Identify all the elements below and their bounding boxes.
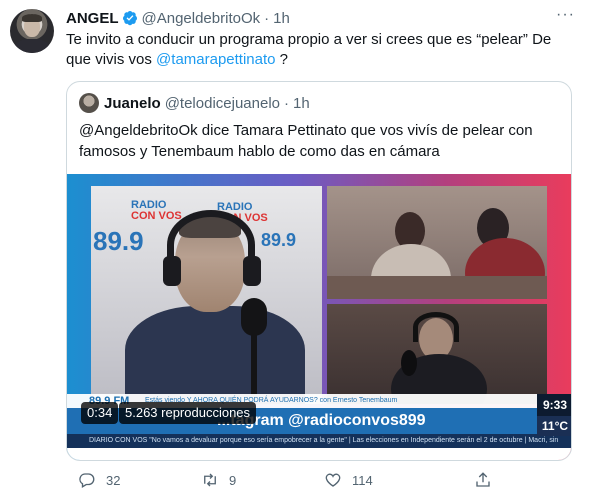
- quoted-tweet-text: @AngeldebritoOk dice Tamara Pettinato qu…: [79, 122, 533, 160]
- frequency-sign-2: 89.9: [261, 230, 297, 250]
- tweet-actions: 32 9 114: [66, 470, 526, 490]
- video-player[interactable]: RADIO CON VOS RADIO CON VOS 89.9 89.9 89…: [67, 174, 571, 460]
- tweet-text-part1: Te invito a conducir un programa propio …: [66, 31, 552, 68]
- radio-logo: RADIO CON VOS: [131, 199, 182, 222]
- headphone-ear-right: [243, 256, 261, 286]
- guest-microphone-icon: [401, 350, 417, 376]
- reply-button[interactable]: 32: [78, 471, 120, 489]
- share-icon: [476, 472, 490, 487]
- host-figure-body: [125, 306, 305, 404]
- like-icon: [325, 473, 341, 487]
- header-separator: ·: [264, 9, 270, 27]
- video-main-camera: RADIO CON VOS RADIO CON VOS 89.9 89.9: [91, 186, 322, 404]
- author-name[interactable]: ANGEL: [66, 10, 119, 27]
- reply-icon: [79, 473, 95, 488]
- retweet-icon: [204, 473, 216, 487]
- microphone-icon: [241, 298, 267, 336]
- retweet-count: 9: [229, 472, 237, 488]
- avatar-figure-hair: [22, 14, 42, 22]
- author-avatar[interactable]: [10, 9, 54, 53]
- like-count: 114: [352, 472, 373, 488]
- headphone-ear-left: [163, 256, 181, 286]
- like-button[interactable]: 114: [324, 471, 373, 489]
- tweet-text-part2: ?: [275, 51, 289, 68]
- more-icon[interactable]: ···: [556, 6, 575, 24]
- ticker-temperature: 11°C: [537, 416, 571, 436]
- ticker-news-text: DIARIO CON VOS "No vamos a devaluar porq…: [89, 437, 559, 444]
- author-handle[interactable]: @AngeldebritoOk: [142, 10, 261, 27]
- quoted-author-avatar: [79, 93, 99, 113]
- tweet-header: ANGEL @AngeldebritoOk · 1h: [66, 8, 290, 28]
- retweet-button[interactable]: 9: [201, 471, 236, 489]
- studio-desk: [327, 276, 547, 299]
- mention-link[interactable]: @tamarapettinato: [156, 51, 275, 68]
- quoted-header-separator: ·: [284, 94, 289, 112]
- video-bottom-right-camera: [327, 304, 547, 404]
- quoted-tweet-header: Juanelo @telodicejuanelo · 1h: [79, 93, 310, 113]
- quoted-author-name: Juanelo: [104, 94, 161, 112]
- quoted-tweet[interactable]: Juanelo @telodicejuanelo · 1h @Angeldebr…: [66, 81, 572, 461]
- ticker-clock: 9:33: [537, 394, 571, 416]
- verified-badge-icon: [122, 11, 137, 26]
- frequency-sign: 89.9: [93, 226, 144, 256]
- share-button[interactable]: [474, 471, 492, 489]
- guest-headphones-icon: [413, 312, 459, 342]
- tweet[interactable]: ANGEL @AngeldebritoOk · 1h ··· Te invito…: [0, 0, 591, 495]
- reply-count: 32: [106, 472, 121, 488]
- video-elapsed-time: 0:34: [81, 402, 119, 424]
- video-top-right-camera: [327, 186, 547, 299]
- tweet-text: Te invito a conducir un programa propio …: [66, 30, 566, 70]
- video-bottom-edge: [67, 448, 571, 460]
- avatar-figure-body: [15, 39, 49, 53]
- quoted-author-handle: @telodicejuanelo: [164, 94, 280, 112]
- video-view-count: 5.263 reproducciones: [119, 402, 257, 424]
- quoted-timestamp: 1h: [293, 94, 310, 112]
- tweet-timestamp[interactable]: 1h: [273, 10, 290, 27]
